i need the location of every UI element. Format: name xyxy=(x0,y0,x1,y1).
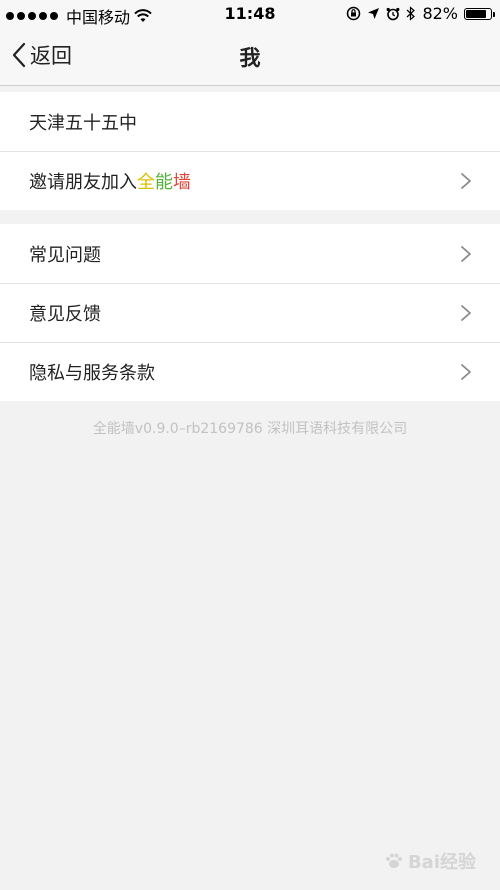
orientation-lock-icon xyxy=(347,6,361,21)
battery-percent: 82% xyxy=(422,4,458,23)
app-name-char-2: 能 xyxy=(155,172,173,193)
profile-group: 天津五十五中 邀请朋友加入全能墙 xyxy=(0,92,500,210)
menu-group: 常见问题 意见反馈 隐私与服务条款 xyxy=(0,224,500,401)
alarm-icon xyxy=(387,7,400,20)
chevron-right-icon xyxy=(461,245,471,262)
battery-nub xyxy=(493,11,495,17)
chevron-right-icon xyxy=(461,173,471,189)
invite-prefix-text: 邀请朋友加入 xyxy=(29,172,137,193)
watermark: Bai经验 xyxy=(384,848,476,874)
privacy-terms-label: 隐私与服务条款 xyxy=(29,363,155,384)
status-bar: 中国移动 11:48 82% xyxy=(0,0,500,28)
app-name-char-3: 墙 xyxy=(173,172,191,193)
battery-icon xyxy=(464,7,495,20)
invite-friends-cell[interactable]: 邀请朋友加入全能墙 xyxy=(0,151,500,210)
paw-icon xyxy=(385,853,402,868)
battery-level-fill xyxy=(466,9,486,18)
version-footer: 全能墙v0.9.0–rb2169786 深圳耳语科技有限公司 xyxy=(92,421,408,437)
invite-friends-label: 邀请朋友加入全能墙 xyxy=(29,168,460,194)
faq-cell[interactable]: 常见问题 xyxy=(0,224,500,283)
location-arrow-icon xyxy=(368,8,380,19)
privacy-terms-cell[interactable]: 隐私与服务条款 xyxy=(0,342,500,401)
school-name: 天津五十五中 xyxy=(29,112,137,134)
app-name-char-1: 全 xyxy=(137,172,155,193)
navigation-bar: 返回 我 xyxy=(0,28,500,86)
watermark-text: Bai经验 xyxy=(407,852,476,873)
feedback-label: 意见反馈 xyxy=(29,304,101,325)
chevron-right-icon xyxy=(461,305,471,321)
page-title: 我 xyxy=(239,46,261,70)
bluetooth-icon xyxy=(407,6,416,21)
status-bar-right: 82% xyxy=(346,4,495,23)
faq-label: 常见问题 xyxy=(29,244,101,266)
feedback-cell[interactable]: 意见反馈 xyxy=(0,283,500,342)
school-cell[interactable]: 天津五十五中 xyxy=(0,92,500,151)
chevron-right-icon xyxy=(461,364,471,380)
